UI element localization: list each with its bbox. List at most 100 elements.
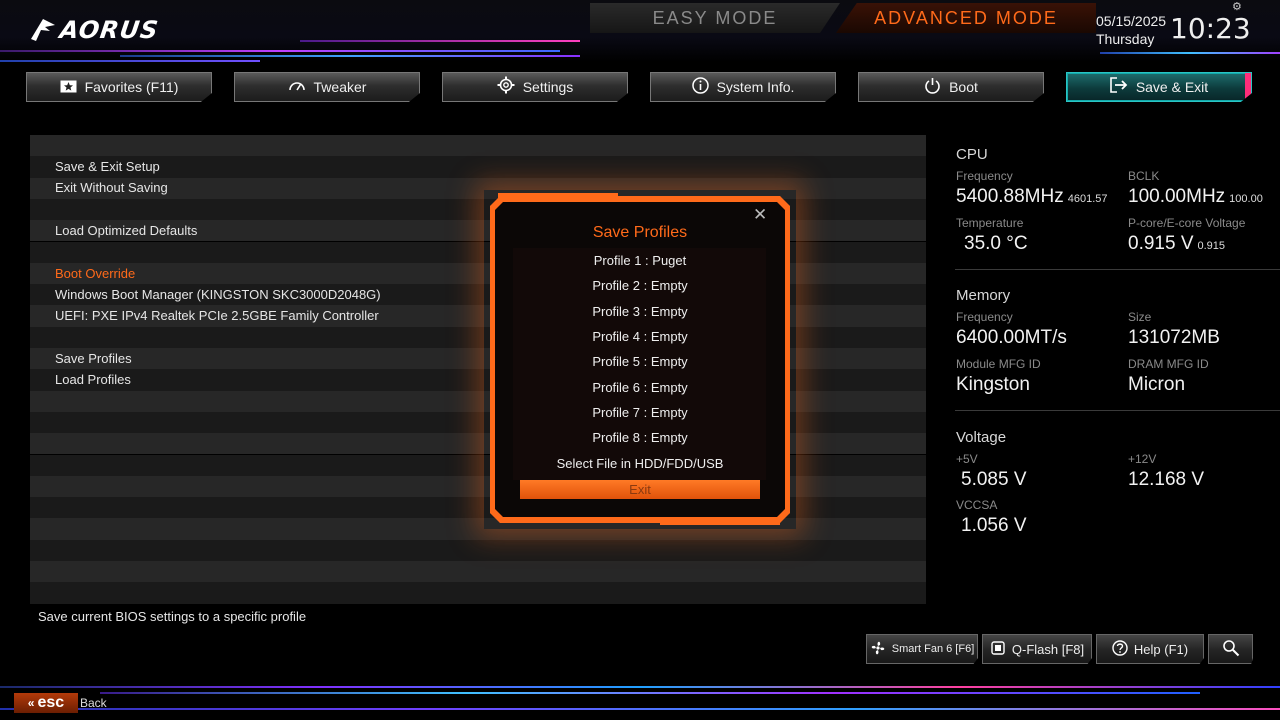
row-stripe: [30, 263, 926, 284]
profile-item-6[interactable]: Profile 6 : Empty: [490, 376, 790, 400]
back-label: Back: [80, 696, 107, 710]
qflash-label: Q-Flash [F8]: [1012, 642, 1084, 657]
tab-settings[interactable]: Settings: [442, 72, 628, 102]
gear-icon: [497, 76, 515, 98]
qflash-button[interactable]: Q-Flash [F8]: [982, 634, 1092, 664]
profile-item-1[interactable]: Profile 1 : Puget: [490, 249, 790, 273]
logo-text: AORUS: [58, 16, 160, 44]
row-stripe: [30, 348, 926, 369]
profile-item-2[interactable]: Profile 2 : Empty: [490, 274, 790, 298]
divider: [955, 269, 1280, 270]
exit-icon: [1110, 77, 1128, 97]
module-mfg-value: Kingston: [956, 374, 1030, 396]
settings-gear-icon[interactable]: ⚙: [1232, 0, 1242, 13]
row-stripe: [30, 242, 926, 263]
select-file-item[interactable]: Select File in HDD/FDD/USB: [490, 452, 790, 476]
chip-icon: [990, 640, 1006, 659]
row-stripe: [30, 582, 926, 603]
power-icon: [924, 77, 941, 98]
row-stripe: [30, 156, 926, 177]
date-display: 05/15/2025 Thursday: [1096, 12, 1166, 48]
tab-label: Boot: [949, 79, 978, 95]
decor-streak: [0, 60, 260, 62]
dialog-decor: [498, 193, 618, 200]
core-voltage-value: 0.915 V0.915: [1128, 233, 1225, 255]
tab-label: System Info.: [717, 79, 795, 95]
row-stripe: [30, 391, 926, 412]
search-icon: [1222, 639, 1240, 660]
help-label: Help (F1): [1134, 642, 1188, 657]
menu-boot-windows-manager[interactable]: Windows Boot Manager (KINGSTON SKC3000D2…: [55, 284, 381, 305]
tab-favorites[interactable]: Favorites (F11): [26, 72, 212, 102]
menu-boot-uefi-pxe[interactable]: UEFI: PXE IPv4 Realtek PCIe 2.5GBE Famil…: [55, 305, 379, 326]
row-stripe: [30, 412, 926, 433]
row-stripe: [30, 540, 926, 561]
tab-label: Settings: [523, 79, 574, 95]
falcon-icon: [30, 17, 56, 43]
row-stripe: [30, 199, 926, 220]
row-stripe: [30, 518, 926, 539]
smart-fan-button[interactable]: Smart Fan 6 [F6]: [866, 634, 978, 664]
dram-mfg-value: Micron: [1128, 374, 1185, 396]
date-text: 05/15/2025: [1096, 12, 1166, 30]
row-stripe: [30, 327, 926, 348]
menu-save-exit-setup[interactable]: Save & Exit Setup: [55, 156, 160, 177]
menu-save-profiles[interactable]: Save Profiles: [55, 348, 132, 369]
profile-item-8[interactable]: Profile 8 : Empty: [490, 426, 790, 450]
aorus-logo: AORUS: [30, 14, 159, 46]
advanced-mode-button[interactable]: ADVANCED MODE: [836, 3, 1096, 33]
tab-label: Favorites (F11): [85, 79, 179, 95]
profile-item-5[interactable]: Profile 5 : Empty: [490, 350, 790, 374]
cpu-frequency-label: Frequency: [956, 169, 1013, 183]
dialog-title: Save Profiles: [490, 224, 790, 242]
menu-load-optimized-defaults[interactable]: Load Optimized Defaults: [55, 220, 197, 241]
bottom-bar: [0, 680, 1280, 720]
decor-streak: [0, 50, 560, 52]
bclk-label: BCLK: [1128, 169, 1159, 183]
tab-label: Tweaker: [314, 79, 367, 95]
p12v-value: 12.168 V: [1128, 469, 1204, 491]
cpu-temperature-value: 35.0 °C: [964, 233, 1028, 255]
p12v-label: +12V: [1128, 452, 1156, 466]
p5v-label: +5V: [956, 452, 978, 466]
decor-streak: [120, 55, 580, 57]
row-stripe: [30, 497, 926, 518]
main-settings-panel: [30, 135, 926, 604]
memory-section-title: Memory: [956, 287, 1010, 304]
close-icon[interactable]: ✕: [753, 205, 767, 225]
menu-load-profiles[interactable]: Load Profiles: [55, 369, 131, 390]
memory-frequency-value: 6400.00MT/s: [956, 327, 1067, 349]
double-chevron-left-icon: «: [28, 696, 35, 710]
core-voltage-label: P-core/E-core Voltage: [1128, 216, 1245, 230]
cpu-temperature-label: Temperature: [956, 216, 1023, 230]
memory-size-label: Size: [1128, 310, 1151, 324]
tab-boot[interactable]: Boot: [858, 72, 1044, 102]
p5v-value: 5.085 V: [961, 469, 1027, 491]
info-icon: [692, 77, 709, 98]
dialog-decor: [660, 518, 780, 525]
profile-item-4[interactable]: Profile 4 : Empty: [490, 325, 790, 349]
row-stripe: [30, 369, 926, 390]
vccsa-label: VCCSA: [956, 498, 997, 512]
star-icon: [60, 78, 77, 97]
smart-fan-label: Smart Fan 6 [F6]: [892, 643, 975, 655]
dialog-exit-button[interactable]: Exit: [520, 480, 760, 499]
search-button[interactable]: [1208, 634, 1253, 664]
help-button[interactable]: Help (F1): [1096, 634, 1204, 664]
profile-item-7[interactable]: Profile 7 : Empty: [490, 401, 790, 425]
menu-exit-without-saving[interactable]: Exit Without Saving: [55, 177, 168, 198]
fan-icon: [870, 640, 886, 659]
tab-label: Save & Exit: [1136, 79, 1208, 95]
cpu-frequency-value: 5400.88MHz4601.57: [956, 186, 1108, 208]
module-mfg-label: Module MFG ID: [956, 357, 1041, 371]
tab-system-info[interactable]: System Info.: [650, 72, 836, 102]
esc-key-button[interactable]: « esc: [14, 693, 78, 713]
bclk-value: 100.00MHz100.00: [1128, 186, 1263, 208]
easy-mode-button[interactable]: EASY MODE: [590, 3, 840, 33]
decor-streak: [0, 708, 1280, 710]
profile-item-3[interactable]: Profile 3 : Empty: [490, 300, 790, 324]
decor-streak: [1100, 52, 1280, 54]
help-icon: [1112, 640, 1128, 659]
tab-tweaker[interactable]: Tweaker: [234, 72, 420, 102]
tab-save-exit[interactable]: Save & Exit: [1066, 72, 1252, 102]
